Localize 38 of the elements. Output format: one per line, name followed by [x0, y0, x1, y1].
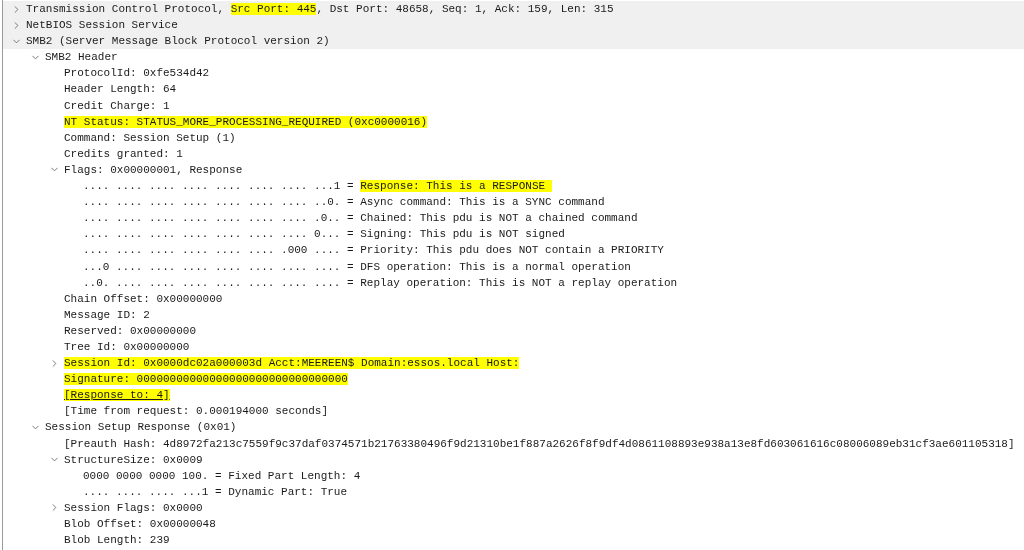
tree-item-text[interactable]: Transmission Control Protocol, Src Port: 445, Dst Port: 48658, Seq: 1, Ack: 159, Len: 315: [26, 1, 614, 18]
tree-item-text[interactable]: Credits granted: 1: [64, 145, 183, 162]
protocol-row[interactable]: SMB2 (Server Message Block Protocol version 2): [3, 33, 1024, 50]
tree-item-text[interactable]: 0000 0000 0000 100. = Fixed Part Length: 4: [83, 467, 361, 484]
tree-item-text[interactable]: .... .... .... .... .... .... .000 .... = Priority: This pdu does NOT contain a PRIORITY: [83, 242, 664, 259]
tree-item-text[interactable]: Credit Charge: 1: [64, 97, 170, 114]
tree-item-text[interactable]: .... .... .... ...1 = Dynamic Part: True: [83, 483, 348, 500]
tree-item-text[interactable]: Blob Length: 239: [64, 532, 170, 549]
tree-item-text[interactable]: SMB2 (Server Message Block Protocol version 2): [26, 33, 330, 50]
tree-item-text[interactable]: .... .... .... .... .... .... .... ..0. = Async command: This is a SYNC command: [83, 194, 605, 211]
link[interactable]: [Response to: 4]: [64, 387, 170, 404]
tree-item-text[interactable]: StructureSize: 0x0009: [64, 451, 203, 468]
chevron-right-icon[interactable]: [49, 502, 60, 514]
tree-item-text[interactable]: Message ID: 2: [64, 306, 150, 323]
tree-item-text[interactable]: ..0. .... .... .... .... .... .... .... = Replay operation: This is NOT a replay operation: [83, 274, 678, 291]
tree-item-text[interactable]: Session Id: 0x0000dc02a000003d Acct:MEEREEN$ Domain:essos.local Host:: [64, 355, 520, 372]
tree-item-text[interactable]: Reserved: 0x00000000: [64, 322, 197, 339]
tree-item-text[interactable]: Blob Offset: 0x00000048: [64, 516, 216, 533]
tree-item-text[interactable]: Header Length: 64: [64, 81, 177, 98]
tree-item-text[interactable]: .... .... .... .... .... .... .... 0... = Signing: This pdu is NOT signed: [83, 226, 565, 243]
tree-item-text[interactable]: Session Setup Response (0x01): [45, 419, 237, 436]
tree-item-text[interactable]: Flags: 0x00000001, Response: [64, 161, 243, 179]
tree-item-text[interactable]: Tree Id: 0x00000000: [64, 338, 190, 356]
tree-item-text[interactable]: .... .... .... .... .... .... .... .0.. = Chained: This pdu is NOT a chained command: [83, 210, 638, 227]
tree-item-text[interactable]: SMB2 Header: [45, 49, 118, 66]
protocol-row[interactable]: Transmission Control Protocol, Src Port: 445, Dst Port: 48658, Seq: 1, Ack: 159, Len: 315: [3, 1, 1024, 18]
tree-item-text[interactable]: [Time from request: 0.000194000 seconds]: [64, 403, 329, 420]
tree-item-text[interactable]: NetBIOS Session Service: [26, 17, 178, 34]
tree-item-text[interactable]: .... .... .... .... .... .... .... ...1 = Response: This is a RESPONSE: [83, 178, 552, 195]
tree-item-text[interactable]: Session Flags: 0x0000: [64, 499, 203, 516]
tree-item-text[interactable]: Chain Offset: 0x00000000: [64, 290, 223, 307]
protocol-row[interactable]: NetBIOS Session Service: [3, 17, 1024, 34]
tree-item-text[interactable]: [Preauth Hash: 4d8972fa213c7559f9c37daf0374571b21763380496f9d21310be1f887a2626f8f9df4d0861108893e938a13e8fd603061616c08006089eb31cf3ae601105318]: [64, 435, 1015, 452]
tree-item-text[interactable]: Signature: 00000000000000000000000000000000: [64, 371, 348, 388]
tree-item-text[interactable]: ProtocolId: 0xfe534d42: [64, 65, 210, 82]
tree-item-text[interactable]: NT Status: STATUS_MORE_PROCESSING_REQUIRED (0xc0000016): [64, 113, 428, 130]
tree-item-text[interactable]: ...0 .... .... .... .... .... .... .... = DFS operation: This is a normal operation: [83, 258, 631, 275]
tree-item-text[interactable]: Command: Session Setup (1): [64, 129, 236, 146]
